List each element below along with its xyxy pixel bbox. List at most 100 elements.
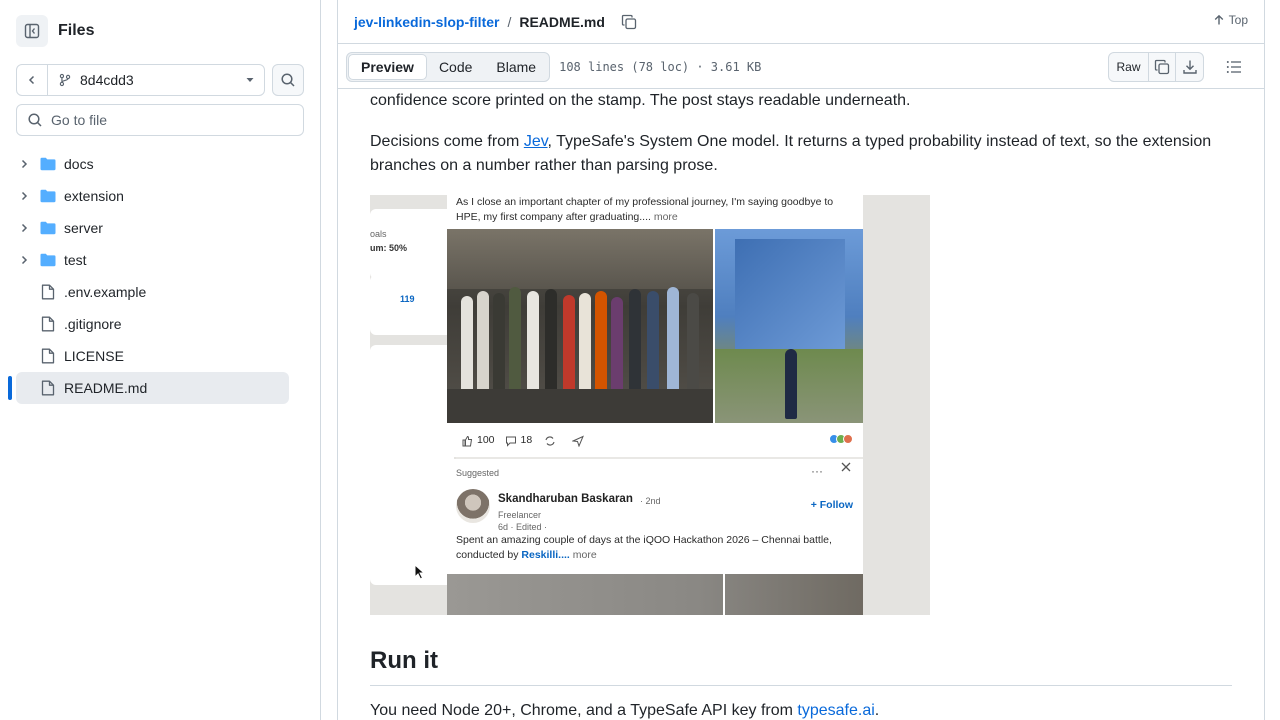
- tree-item-label: docs: [64, 156, 94, 172]
- tree-item-label: .gitignore: [64, 316, 122, 332]
- file-actions: Raw: [1108, 52, 1204, 82]
- file-icon: [40, 380, 56, 396]
- tab-code[interactable]: Code: [427, 54, 484, 80]
- section-heading-run-it: Run it: [370, 645, 1232, 686]
- tree-item-label: test: [64, 252, 87, 268]
- feed-left-rail: oals um: 50% 119: [370, 195, 456, 615]
- tree-item-env-example[interactable]: .env.example: [16, 276, 289, 308]
- follow-button: + Follow: [810, 499, 853, 511]
- side-progress: um: 50%: [370, 243, 408, 253]
- chevron-right-icon[interactable]: [16, 188, 32, 204]
- copy-raw-button[interactable]: [1149, 53, 1176, 81]
- breadcrumb-file: README.md: [519, 13, 605, 30]
- close-icon: [841, 462, 851, 472]
- tree-item-label: server: [64, 220, 103, 236]
- download-icon: [1182, 60, 1197, 74]
- tree-item-extension[interactable]: extension: [16, 180, 289, 212]
- author-avatar: [456, 489, 490, 523]
- tree-item-test[interactable]: test: [16, 244, 289, 276]
- branch-name[interactable]: 8d4cdd3: [48, 72, 236, 88]
- sidebar-title: Files: [58, 22, 95, 39]
- side-count: 119: [400, 294, 415, 304]
- readme-content: confidence score printed on the stamp. T…: [370, 90, 1232, 720]
- post-photo-group: [447, 229, 713, 423]
- tree-item-docs[interactable]: docs: [16, 148, 289, 180]
- feed-right-rail: [863, 195, 930, 615]
- chevron-right-icon[interactable]: [16, 252, 32, 268]
- chevron-right-icon[interactable]: [16, 156, 32, 172]
- file-tree: docs extension server test .env.example …: [8, 148, 298, 404]
- file-icon: [40, 316, 56, 332]
- readme-paragraph: confidence score printed on the stamp. T…: [370, 92, 911, 109]
- top-link[interactable]: Top: [1213, 13, 1248, 27]
- copy-icon: [621, 14, 637, 29]
- suggested-post-text: Spent an amazing couple of days at the i…: [456, 534, 832, 561]
- file-toolbar: Preview Code Blame 108 lines (78 loc) · …: [338, 45, 1264, 89]
- collapse-sidebar-button[interactable]: [16, 15, 48, 47]
- file-view: jev-linkedin-slop-filter / README.md Top…: [337, 0, 1265, 720]
- outline-button[interactable]: [1224, 58, 1244, 76]
- chevron-right-icon[interactable]: [16, 220, 32, 236]
- branch-label: 8d4cdd3: [80, 72, 134, 88]
- tree-item-server[interactable]: server: [16, 212, 289, 244]
- tab-blame[interactable]: Blame: [484, 54, 548, 80]
- post-actions: 100 18: [447, 423, 863, 457]
- tree-item-label: extension: [64, 188, 124, 204]
- sidebar-header: Files: [16, 15, 94, 47]
- sidebar-collapse-icon: [24, 23, 40, 39]
- arrow-up-icon: [1214, 14, 1223, 25]
- tree-item-label: README.md: [64, 380, 148, 396]
- go-to-file-input[interactable]: [51, 112, 291, 128]
- list-unordered-icon: [1226, 61, 1241, 73]
- readme-paragraph: You need Node 20+, Chrome, and a TypeSaf…: [370, 702, 880, 719]
- like-icon: [462, 435, 473, 446]
- file-icon: [40, 348, 56, 364]
- readme-paragraph: Decisions come from Jev, TypeSafe's Syst…: [370, 133, 1212, 174]
- suggested-label: Suggested: [456, 468, 500, 478]
- comment-count: 18: [520, 434, 533, 446]
- send-icon: [572, 435, 585, 447]
- folder-icon: [40, 188, 56, 204]
- top-label: Top: [1228, 13, 1248, 27]
- typesafe-link[interactable]: typesafe.ai: [797, 702, 874, 719]
- tree-item-license[interactable]: LICENSE: [16, 340, 289, 372]
- file-icon: [40, 284, 56, 300]
- caret-down-icon: [246, 78, 254, 82]
- go-to-file-field[interactable]: [16, 104, 304, 136]
- branch-row: 8d4cdd3: [16, 64, 304, 96]
- post-text: As I close an important chapter of my pr…: [456, 196, 834, 223]
- more-options-icon: ···: [811, 464, 823, 478]
- tree-item-label: LICENSE: [64, 348, 124, 364]
- post-more: more: [653, 211, 678, 223]
- reaction-count: 100: [477, 434, 495, 446]
- back-button[interactable]: [17, 65, 48, 95]
- view-mode-tabs: Preview Code Blame: [346, 51, 551, 82]
- download-button[interactable]: [1176, 53, 1203, 81]
- copy-path-button[interactable]: [619, 12, 639, 32]
- breadcrumb-repo-link[interactable]: jev-linkedin-slop-filter: [354, 14, 499, 30]
- search-icon: [281, 73, 295, 87]
- branch-dropdown[interactable]: [236, 75, 264, 85]
- chevron-left-icon: [28, 75, 35, 85]
- author-degree: · 2nd: [640, 496, 661, 506]
- breadcrumb: jev-linkedin-slop-filter / README.md Top: [338, 0, 1264, 44]
- tree-item-gitignore[interactable]: .gitignore: [16, 308, 289, 340]
- comment-icon: [505, 436, 516, 447]
- search-files-button[interactable]: [272, 64, 304, 96]
- suggested-post-image: [447, 574, 863, 615]
- breadcrumb-separator: /: [507, 13, 512, 30]
- folder-icon: [40, 156, 56, 172]
- tree-item-readme[interactable]: README.md: [8, 372, 289, 404]
- folder-icon: [40, 252, 56, 268]
- branch-selector[interactable]: 8d4cdd3: [16, 64, 265, 96]
- tree-item-label: .env.example: [64, 284, 147, 300]
- mouse-cursor-icon: [414, 564, 426, 580]
- suggested-post: Suggested ··· Skandharuban Baskaran · 2n…: [447, 459, 863, 574]
- file-meta: 108 lines (78 loc) · 3.61 KB: [559, 59, 762, 74]
- jev-link[interactable]: Jev: [524, 133, 548, 150]
- search-icon: [28, 113, 42, 127]
- readme-demo-image[interactable]: oals um: 50% 119 As I close an important…: [370, 195, 930, 615]
- tab-preview[interactable]: Preview: [348, 53, 427, 80]
- file-tree-sidebar: Files 8d4cdd3 docs: [0, 0, 321, 720]
- raw-button[interactable]: Raw: [1109, 53, 1149, 81]
